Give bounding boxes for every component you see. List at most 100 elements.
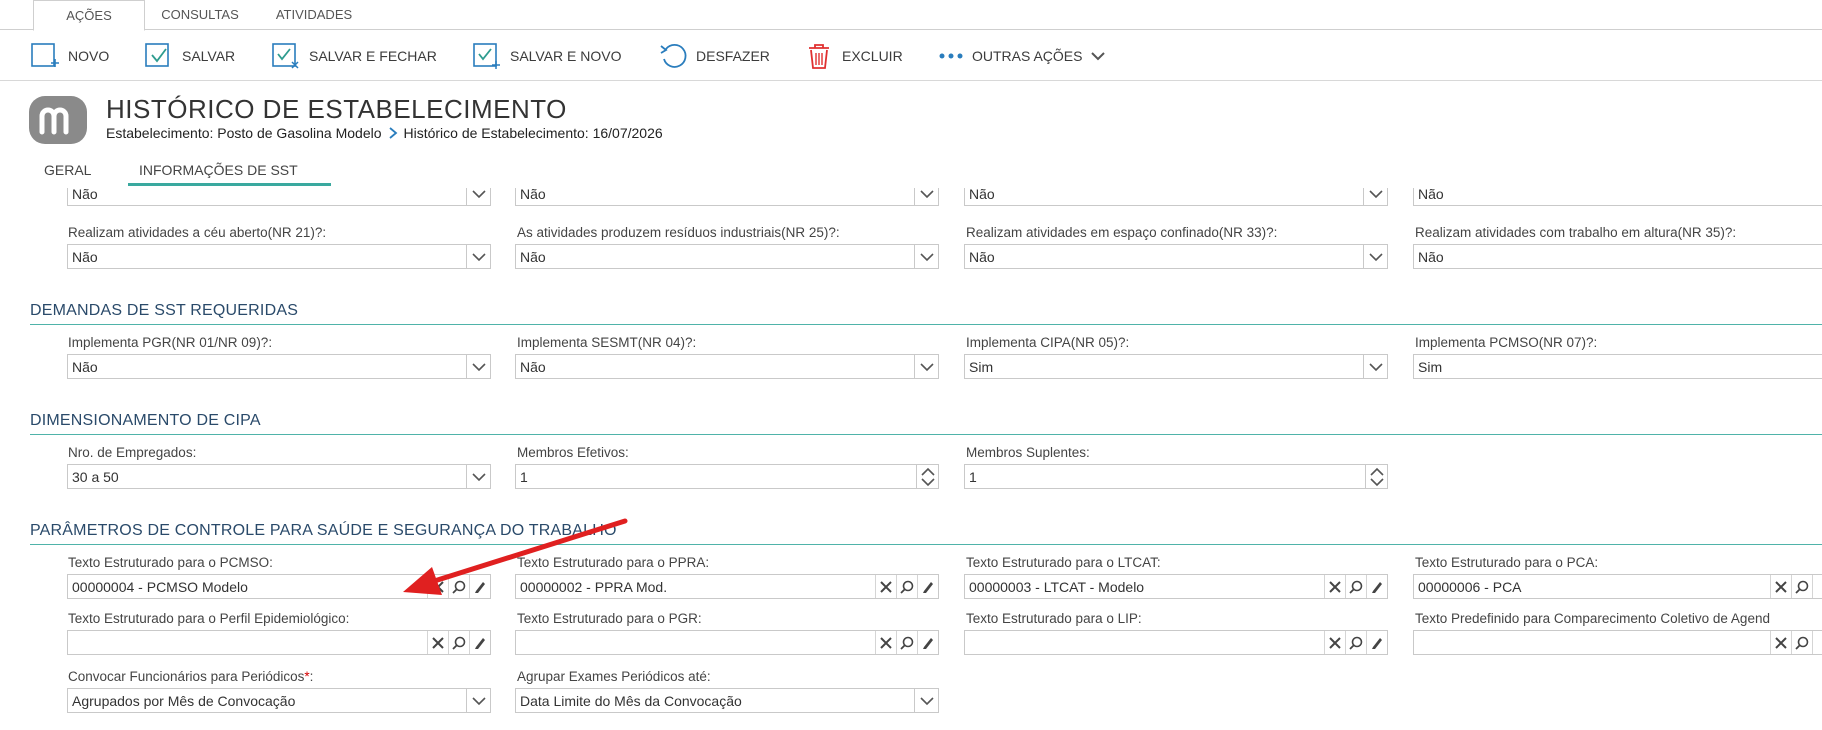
select-value: Não [72, 358, 98, 375]
chevron-down-icon[interactable] [466, 188, 490, 205]
stepper-membros-efetivos[interactable]: 1 [515, 464, 939, 489]
lookup-texto-lip[interactable] [964, 630, 1388, 655]
lookup-value[interactable]: 00000003 - LTCAT - Modelo [965, 579, 1324, 595]
select-value: Não [72, 188, 98, 202]
salvar-fechar-label: SALVAR E FECHAR [309, 48, 437, 64]
breadcrumb-item-estabelecimento[interactable]: Estabelecimento: Posto de Gasolina Model… [106, 125, 382, 141]
spinner-arrows-icon[interactable] [1365, 465, 1387, 488]
select-cipa[interactable]: Sim [964, 354, 1388, 379]
search-icon[interactable] [1345, 631, 1366, 654]
label-sesmt: Implementa SESMT(NR 04)?: [517, 335, 697, 350]
label-trabalho-altura: Realizam atividades com trabalho em altu… [1415, 225, 1737, 240]
page-title: HISTÓRICO DE ESTABELECIMENTO [106, 94, 567, 124]
select-top-1[interactable]: Não [67, 188, 491, 206]
lookup-texto-agenda[interactable] [1413, 630, 1822, 655]
edit-pencil-icon[interactable] [1366, 575, 1387, 598]
edit-pencil-icon[interactable] [469, 631, 490, 654]
select-pgr[interactable]: Não [67, 354, 491, 379]
lookup-texto-ltcat[interactable]: 00000003 - LTCAT - Modelo [964, 574, 1388, 599]
search-icon[interactable] [896, 631, 917, 654]
stepper-value[interactable]: 1 [965, 469, 1365, 485]
excluir-button[interactable]: EXCLUIR [804, 39, 903, 73]
novo-label: NOVO [68, 48, 110, 64]
salvar-button[interactable]: SALVAR [144, 39, 235, 73]
chevron-down-icon[interactable] [1363, 355, 1387, 378]
select-agrupar-exames[interactable]: Data Limite do Mês da Convocação [515, 688, 939, 713]
breadcrumb-item-historico: Histórico de Estabelecimento: 16/07/2026 [403, 125, 663, 141]
salvar-novo-button[interactable]: SALVAR E NOVO [472, 39, 622, 73]
label-suffix: : [309, 669, 314, 684]
tab-informacoes-sst[interactable]: INFORMAÇÕES DE SST [128, 158, 331, 186]
chevron-down-icon[interactable] [466, 689, 490, 712]
search-icon[interactable] [448, 631, 469, 654]
label-texto-lip: Texto Estruturado para o LIP: [966, 611, 1142, 626]
clear-icon[interactable] [1324, 631, 1345, 654]
menu-tab-acoes[interactable]: AÇÕES [33, 0, 145, 31]
select-sesmt[interactable]: Não [515, 354, 939, 379]
undo-icon [660, 44, 687, 68]
chevron-down-icon[interactable] [1363, 188, 1387, 205]
edit-pencil-icon[interactable] [1812, 575, 1822, 598]
save-close-icon [272, 43, 299, 69]
edit-pencil-icon[interactable] [917, 631, 938, 654]
chevron-down-icon[interactable] [914, 689, 938, 712]
lookup-texto-perfil[interactable] [67, 630, 491, 655]
lookup-texto-pgr[interactable] [515, 630, 939, 655]
select-value: Sim [1418, 358, 1443, 375]
clear-icon[interactable] [875, 631, 896, 654]
chevron-down-icon[interactable] [466, 245, 490, 268]
select-residuos-industriais[interactable]: Não [515, 244, 939, 269]
search-icon[interactable] [896, 575, 917, 598]
chevron-down-icon[interactable] [914, 355, 938, 378]
excluir-label: EXCLUIR [842, 48, 903, 64]
select-espaco-confinado[interactable]: Não [964, 244, 1388, 269]
chevron-down-icon[interactable] [914, 245, 938, 268]
label-agrupar-exames: Agrupar Exames Periódicos até: [517, 669, 711, 684]
clear-icon[interactable] [1770, 631, 1791, 654]
select-value: Não [1418, 188, 1444, 202]
select-top-2[interactable]: Não [515, 188, 939, 206]
label-texto-agenda: Texto Predefinido para Comparecimento Co… [1415, 611, 1770, 626]
select-pcmso[interactable]: Sim [1413, 354, 1822, 379]
label-pcmso: Implementa PCMSO(NR 07)?: [1415, 335, 1598, 350]
outras-acoes-button[interactable]: OUTRAS AÇÕES [938, 39, 1106, 73]
select-top-4[interactable]: Não [1413, 188, 1822, 206]
chevron-down-icon[interactable] [1363, 245, 1387, 268]
menu-tab-consultas[interactable]: CONSULTAS [155, 0, 245, 30]
lookup-value[interactable]: 00000004 - PCMSO Modelo [68, 579, 427, 595]
chevron-down-icon[interactable] [466, 465, 490, 488]
chevron-down-icon[interactable] [466, 355, 490, 378]
search-icon[interactable] [1345, 575, 1366, 598]
clear-icon[interactable] [1770, 575, 1791, 598]
search-icon[interactable] [1791, 575, 1812, 598]
edit-pencil-icon[interactable] [1366, 631, 1387, 654]
lookup-value[interactable]: 00000006 - PCA [1414, 579, 1770, 595]
tab-geral[interactable]: GERAL [44, 158, 91, 186]
clear-icon[interactable] [1324, 575, 1345, 598]
menu-tab-atividades[interactable]: ATIVIDADES [262, 0, 366, 30]
chevron-down-icon[interactable] [914, 188, 938, 205]
select-value: Sim [969, 358, 994, 375]
salvar-fechar-button[interactable]: SALVAR E FECHAR [271, 39, 437, 73]
select-nro-empregados[interactable]: 30 a 50 [67, 464, 491, 489]
edit-pencil-icon[interactable] [917, 575, 938, 598]
spinner-arrows-icon[interactable] [916, 465, 938, 488]
label-membros-efetivos: Membros Efetivos: [517, 445, 629, 460]
select-convocar-funcionarios[interactable]: Agrupados por Mês de Convocação [67, 688, 491, 713]
select-ceu-aberto[interactable]: Não [67, 244, 491, 269]
label-texto-ltcat: Texto Estruturado para o LTCAT: [966, 555, 1161, 570]
novo-button[interactable]: NOVO [30, 39, 109, 73]
select-top-3[interactable]: Não [964, 188, 1388, 206]
stepper-value[interactable]: 1 [516, 469, 916, 485]
clear-icon[interactable] [875, 575, 896, 598]
lookup-texto-pca[interactable]: 00000006 - PCA [1413, 574, 1822, 599]
chevron-down-icon [1091, 52, 1106, 61]
clear-icon[interactable] [427, 631, 448, 654]
desfazer-button[interactable]: DESFAZER [658, 39, 770, 73]
edit-pencil-icon[interactable] [1812, 631, 1822, 654]
select-value: Data Limite do Mês da Convocação [520, 692, 742, 709]
select-trabalho-altura[interactable]: Não [1413, 244, 1822, 269]
stepper-membros-suplentes[interactable]: 1 [964, 464, 1388, 489]
search-icon[interactable] [1791, 631, 1812, 654]
select-value: 30 a 50 [72, 468, 119, 485]
